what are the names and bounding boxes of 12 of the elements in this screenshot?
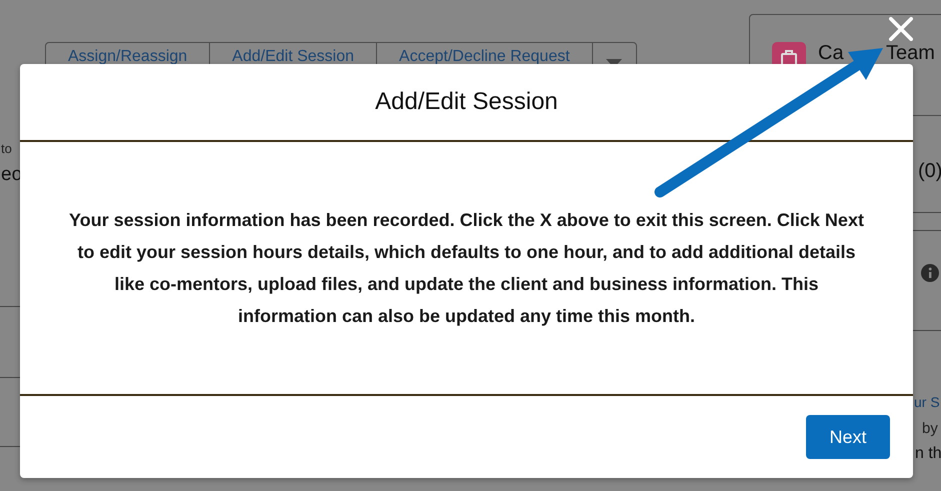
body-text: n th [915, 444, 941, 464]
link[interactable]: ur S [914, 392, 940, 413]
next-button[interactable]: Next [806, 415, 890, 459]
meta-text: by [922, 419, 938, 439]
dialog-title: Add/Edit Session [375, 90, 558, 114]
close-icon [889, 17, 913, 41]
close-button[interactable] [887, 15, 915, 43]
field-label: to [1, 140, 12, 158]
card-title: Ca [818, 43, 844, 63]
dialog-message: Your session information has been recorded. Click the X above to exit this screen. Click Next to edit your session hours details, which defaults to one hour, and to add additional details like co-mentors, upload files, and update the client and business information. This information can also be updated any time this month. [68, 209, 865, 328]
card-title: Team [886, 43, 935, 63]
count-label: (0) [918, 159, 941, 184]
